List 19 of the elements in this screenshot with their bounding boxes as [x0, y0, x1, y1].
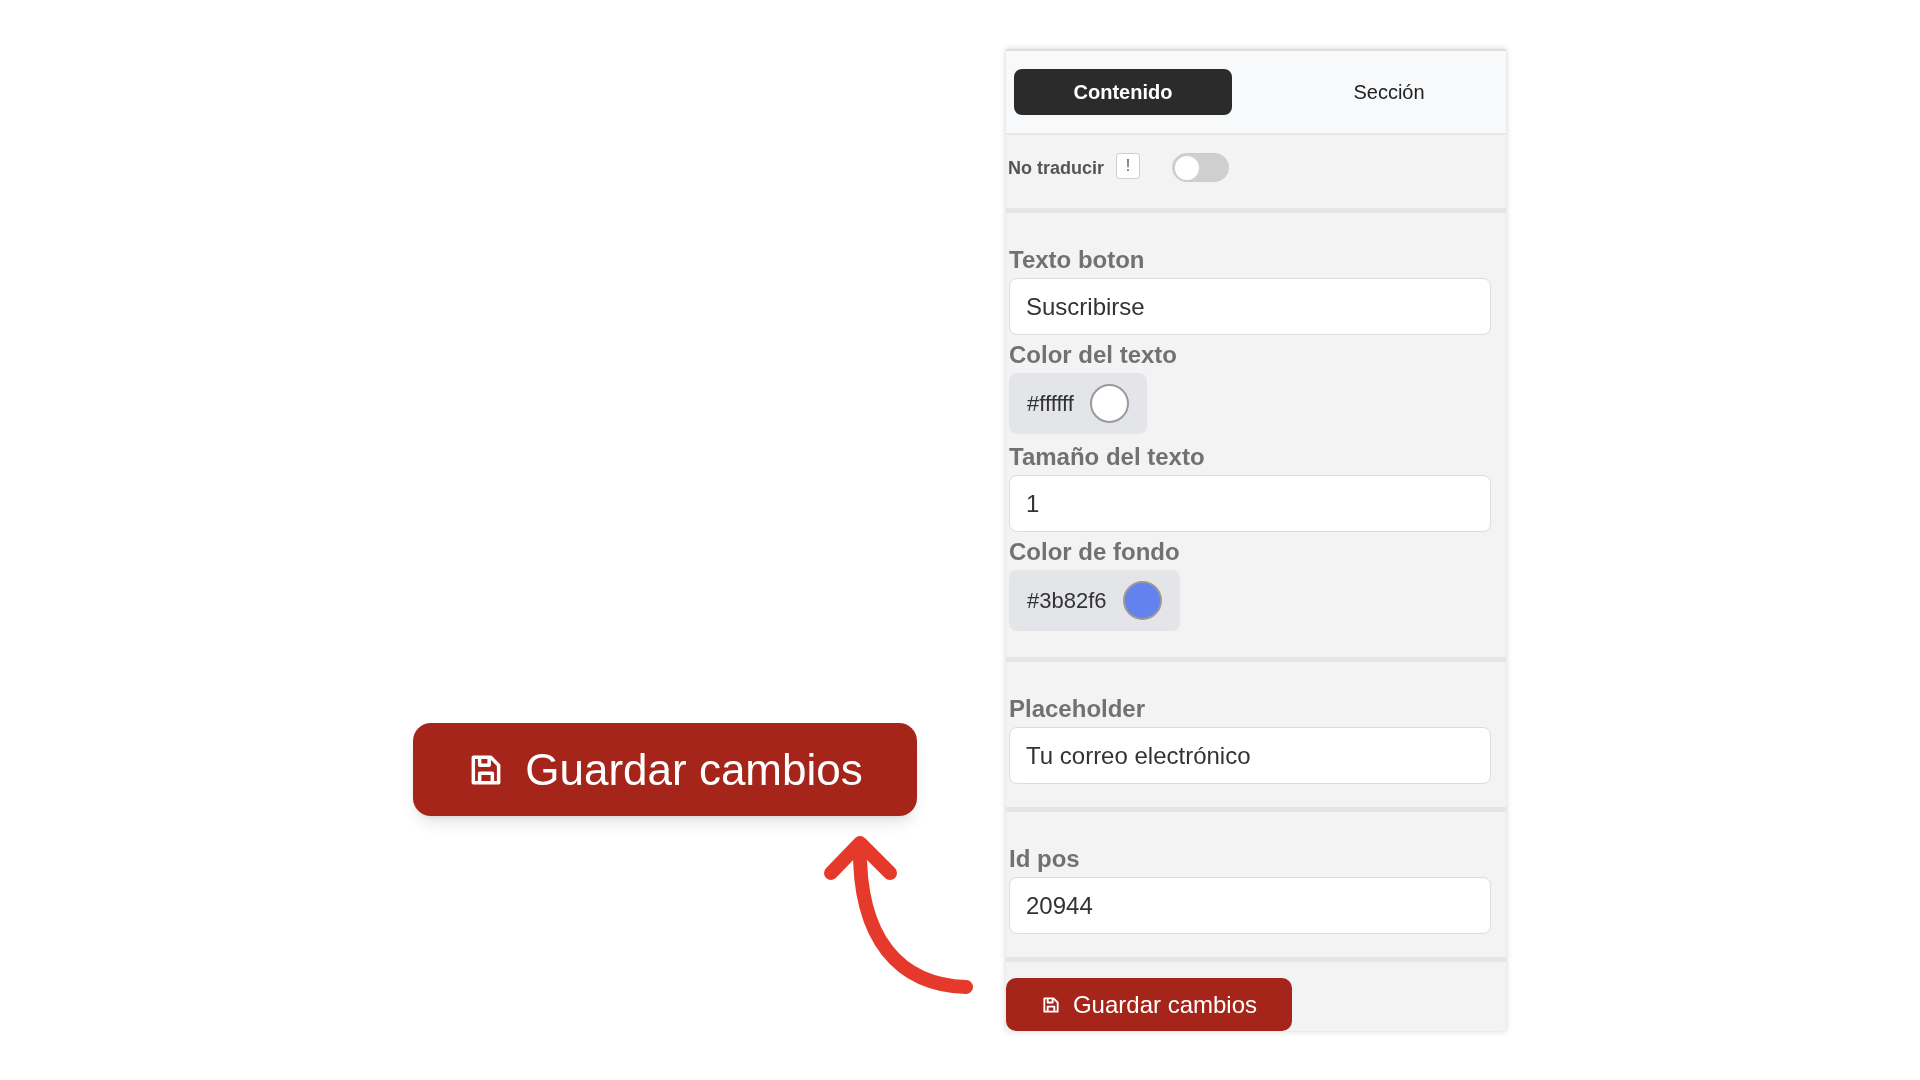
- field-label: Color de fondo: [1009, 537, 1180, 567]
- input-field[interactable]: 1: [1009, 475, 1491, 532]
- field-label: Id pos: [1009, 844, 1080, 874]
- toggle-switch[interactable]: [1172, 153, 1229, 183]
- toggle-label: No traducir: [1008, 157, 1104, 181]
- input-field[interactable]: 20944: [1009, 877, 1491, 934]
- field-label: Tamaño del texto: [1009, 442, 1205, 472]
- field-label: Color del texto: [1009, 340, 1177, 370]
- color-picker[interactable]: #ffffff: [1009, 373, 1147, 434]
- save-button-enlarged[interactable]: Guardar cambios: [413, 723, 917, 816]
- field-label: Placeholder: [1009, 694, 1146, 724]
- field-label: Texto boton: [1009, 245, 1145, 275]
- input-field[interactable]: Tu correo electrónico: [1009, 727, 1491, 784]
- color-picker[interactable]: #3b82f6: [1009, 570, 1180, 631]
- tab[interactable]: Contenido: [1014, 69, 1232, 115]
- save-button[interactable]: Guardar cambios: [1006, 978, 1292, 1031]
- info-badge[interactable]: !: [1116, 153, 1140, 180]
- tab[interactable]: Sección: [1280, 69, 1498, 115]
- input-field[interactable]: Suscribirse: [1009, 278, 1491, 335]
